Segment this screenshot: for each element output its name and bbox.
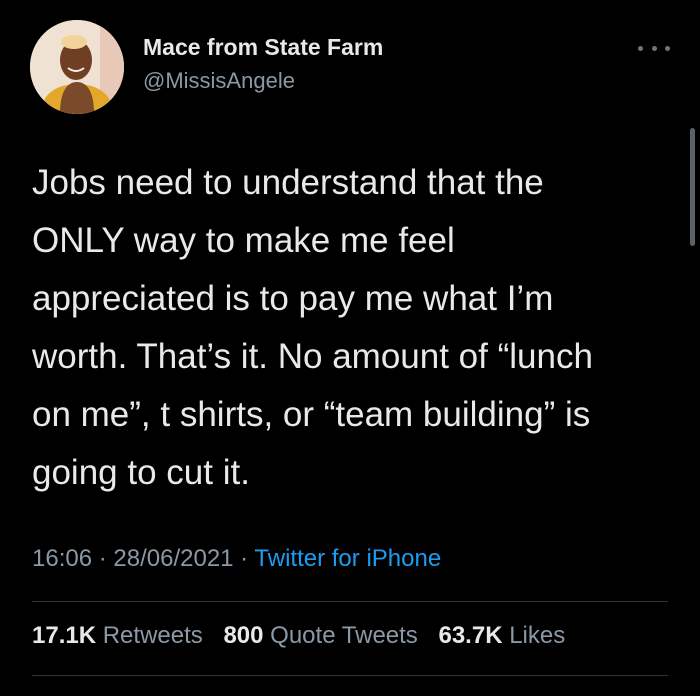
tweet-text-line: ONLY way to make me feel	[32, 221, 455, 260]
author-handle[interactable]: @MissisAngele	[143, 68, 295, 94]
retweets-label: Retweets	[102, 622, 203, 649]
more-horizontal-icon	[638, 45, 643, 51]
retweets-count: 17.1K	[32, 622, 97, 649]
tweet-date[interactable]: 28/06/2021	[113, 545, 233, 572]
likes-label: Likes	[509, 622, 566, 649]
more-horizontal-icon	[665, 45, 670, 51]
tweet-text-line: going to cut it.	[32, 453, 250, 492]
author-display-name[interactable]: Mace from State Farm	[143, 34, 383, 61]
scrollbar-thumb[interactable]	[690, 128, 695, 246]
quote-tweets-count: 800	[223, 622, 264, 649]
quote-tweets-stat[interactable]: 800 Quote Tweets	[223, 622, 417, 649]
more-horizontal-icon	[651, 45, 657, 51]
meta-separator: ·	[92, 545, 114, 572]
meta-separator: ·	[233, 545, 255, 572]
tweet-text: Jobs need to understand that the ONLY wa…	[32, 154, 672, 502]
tweet-time[interactable]: 16:06	[32, 545, 92, 572]
tweet-text-line: appreciated is to pay me what I’m	[32, 279, 554, 318]
likes-count: 63.7K	[438, 622, 503, 649]
tweet-metadata: 16:06 · 28/06/2021 · Twitter for iPhone	[32, 545, 441, 573]
likes-stat[interactable]: 63.7K Likes	[438, 622, 565, 649]
divider	[32, 601, 668, 602]
tweet-text-line: Jobs need to understand that the	[32, 163, 544, 202]
quote-tweets-label: Quote Tweets	[270, 622, 418, 649]
profile-photo-icon	[30, 20, 124, 114]
tweet-text-line: worth. That’s it. No amount of “lunch	[32, 337, 593, 376]
tweet-source-link[interactable]: Twitter for iPhone	[254, 545, 441, 572]
avatar[interactable]	[30, 20, 124, 114]
engagement-stats: 17.1K Retweets 800 Quote Tweets 63.7K Li…	[32, 622, 579, 650]
retweets-stat[interactable]: 17.1K Retweets	[32, 622, 203, 649]
divider	[32, 675, 668, 676]
tweet-detail: Mace from State Farm @MissisAngele Jobs …	[0, 0, 700, 696]
tweet-text-line: on me”, t shirts, or “team building” is	[32, 395, 591, 434]
more-options-button[interactable]	[638, 38, 670, 58]
